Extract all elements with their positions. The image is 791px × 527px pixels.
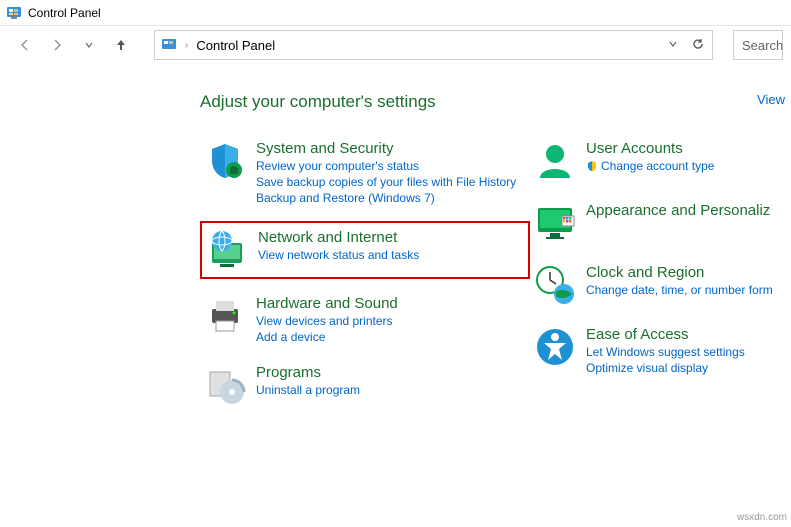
printer-icon: [204, 295, 246, 337]
content-area: Adjust your computer's settings View Sys…: [0, 64, 791, 422]
category-title[interactable]: Hardware and Sound: [256, 295, 398, 312]
category-title[interactable]: Ease of Access: [586, 326, 745, 343]
user-icon: [534, 140, 576, 182]
shield-icon: [204, 140, 246, 182]
category-link[interactable]: Uninstall a program: [256, 383, 360, 397]
view-by-link[interactable]: View: [757, 92, 785, 107]
category-title[interactable]: Programs: [256, 364, 360, 381]
disc-icon: [204, 364, 246, 406]
search-input[interactable]: Search: [733, 30, 783, 60]
recent-dropdown[interactable]: [80, 36, 98, 54]
nav-bar: › Control Panel Search: [0, 26, 791, 64]
control-panel-icon: [6, 5, 22, 21]
back-button[interactable]: [16, 36, 34, 54]
category-ease-of-access[interactable]: Ease of Access Let Windows suggest setti…: [530, 322, 780, 379]
category-title[interactable]: Appearance and Personaliz: [586, 202, 770, 219]
category-link[interactable]: Review your computer's status: [256, 159, 516, 173]
clock-globe-icon: [534, 264, 576, 306]
category-link[interactable]: Let Windows suggest settings: [586, 345, 745, 359]
chevron-right-icon: ›: [185, 40, 188, 51]
category-link[interactable]: Change date, time, or number form: [586, 283, 773, 297]
accessibility-icon: [534, 326, 576, 368]
category-title[interactable]: Network and Internet: [258, 229, 419, 246]
address-text: Control Panel: [196, 38, 275, 53]
category-clock-region[interactable]: Clock and Region Change date, time, or n…: [530, 260, 780, 310]
refresh-button[interactable]: [690, 36, 706, 55]
page-heading: Adjust your computer's settings: [200, 92, 791, 112]
up-button[interactable]: [112, 36, 130, 54]
title-bar: Control Panel: [0, 0, 791, 26]
monitor-icon: [534, 202, 576, 244]
category-link[interactable]: View devices and printers: [256, 314, 398, 328]
category-title[interactable]: User Accounts: [586, 140, 714, 157]
address-icon: [161, 37, 177, 53]
category-link[interactable]: Add a device: [256, 330, 398, 344]
category-link[interactable]: View network status and tasks: [258, 248, 419, 262]
category-link[interactable]: Change account type: [586, 159, 714, 173]
forward-button[interactable]: [48, 36, 66, 54]
category-hardware-sound[interactable]: Hardware and Sound View devices and prin…: [200, 291, 530, 348]
address-bar[interactable]: › Control Panel: [154, 30, 713, 60]
category-title[interactable]: Clock and Region: [586, 264, 773, 281]
category-appearance[interactable]: Appearance and Personaliz: [530, 198, 780, 248]
category-system-security[interactable]: System and Security Review your computer…: [200, 136, 530, 209]
address-dropdown-icon[interactable]: [668, 39, 678, 52]
category-link[interactable]: Backup and Restore (Windows 7): [256, 191, 516, 205]
category-title[interactable]: System and Security: [256, 140, 516, 157]
category-link[interactable]: Optimize visual display: [586, 361, 745, 375]
window-title: Control Panel: [28, 6, 101, 20]
category-user-accounts[interactable]: User Accounts Change account type: [530, 136, 780, 186]
globe-monitor-icon: [206, 229, 248, 271]
category-link[interactable]: Save backup copies of your files with Fi…: [256, 175, 516, 189]
category-programs[interactable]: Programs Uninstall a program: [200, 360, 530, 410]
watermark: wsxdn.com: [737, 512, 787, 523]
category-network-internet[interactable]: Network and Internet View network status…: [200, 221, 530, 279]
